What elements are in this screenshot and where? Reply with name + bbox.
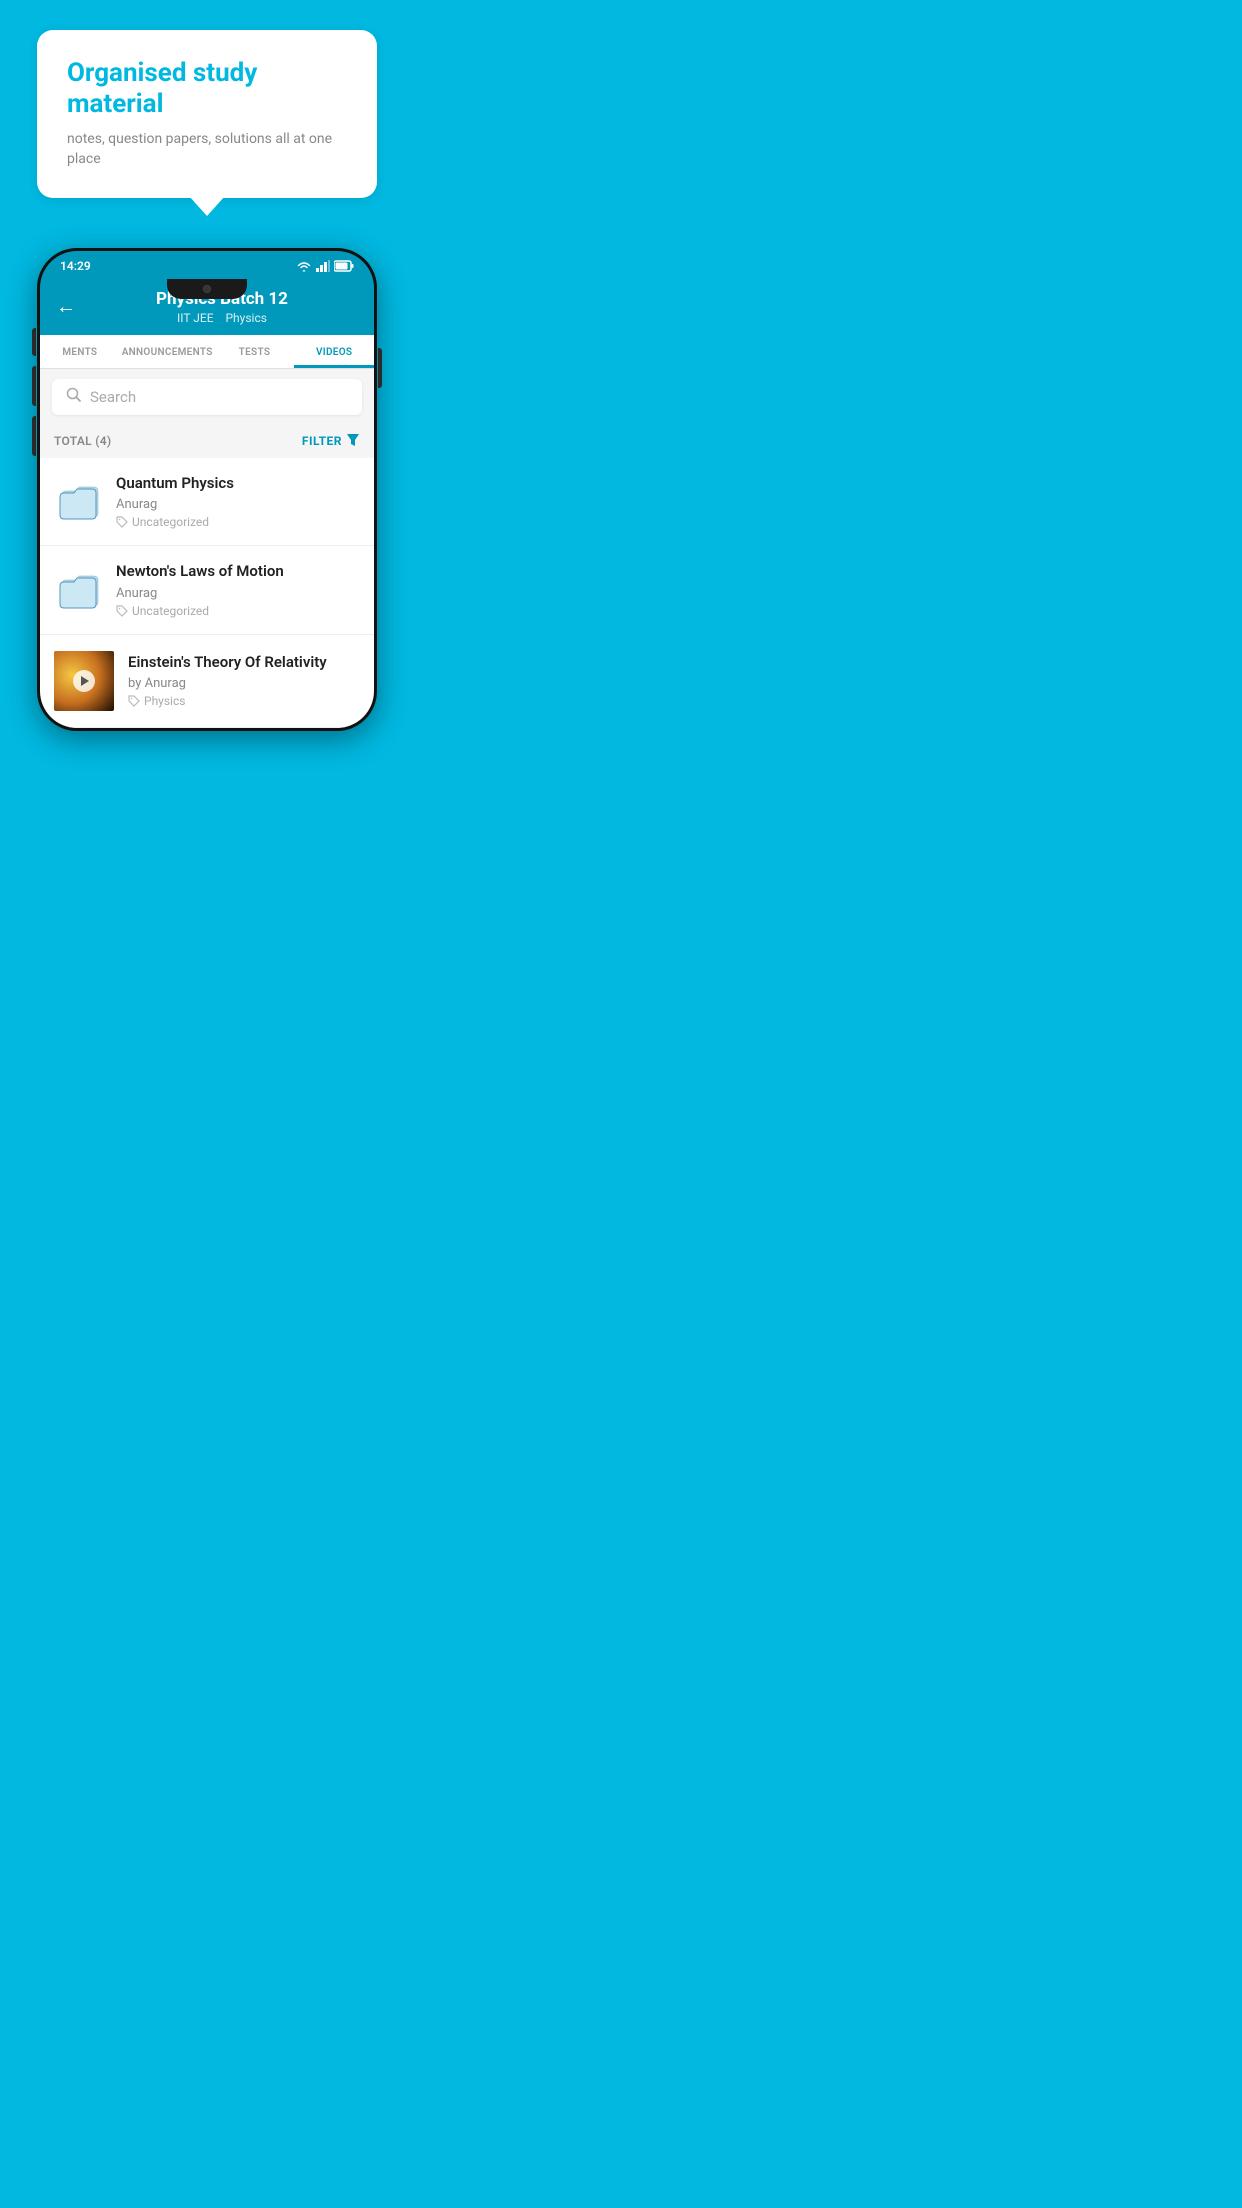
speech-bubble: Organised study material notes, question… [37, 30, 377, 198]
header-subtitle: IIT JEE Physics [86, 311, 358, 325]
tag-icon [128, 695, 140, 707]
tab-tests[interactable]: TESTS [215, 335, 295, 368]
play-button[interactable] [73, 670, 95, 692]
tab-announcements[interactable]: ANNOUNCEMENTS [120, 335, 215, 368]
tag-label: Uncategorized [132, 515, 209, 529]
search-icon [66, 387, 82, 407]
video-info: Quantum Physics Anurag Uncategorized [116, 474, 360, 530]
status-bar: 14:29 [40, 251, 374, 279]
video-tag: Physics [128, 694, 360, 708]
video-tag: Uncategorized [116, 604, 360, 618]
battery-icon [334, 260, 354, 272]
play-triangle-icon [81, 676, 89, 686]
phone-notch [167, 279, 247, 299]
tab-videos[interactable]: VIDEOS [294, 335, 374, 368]
signal-icon [316, 260, 330, 272]
video-list: Quantum Physics Anurag Uncategorized [40, 458, 374, 728]
status-icons [296, 260, 354, 272]
video-info: Einstein's Theory Of Relativity by Anura… [128, 653, 360, 709]
volume-silent-button [32, 328, 36, 356]
bubble-subtitle: notes, question papers, solutions all at… [67, 130, 347, 169]
list-item[interactable]: Newton's Laws of Motion Anurag Uncategor… [40, 546, 374, 635]
list-item[interactable]: Quantum Physics Anurag Uncategorized [40, 458, 374, 547]
tag-label: Uncategorized [132, 604, 209, 618]
folder-icon [54, 566, 102, 614]
video-title: Newton's Laws of Motion [116, 562, 360, 582]
video-author: Anurag [116, 586, 360, 601]
phone-body: 14:29 [37, 248, 377, 731]
video-author: Anurag [116, 497, 360, 512]
volume-up-button [32, 366, 36, 406]
tag-icon [116, 516, 128, 528]
search-container: Search [40, 369, 374, 425]
video-thumbnail [54, 651, 114, 711]
video-title: Quantum Physics [116, 474, 360, 494]
volume-down-button [32, 416, 36, 456]
tag-icon [116, 605, 128, 617]
status-time: 14:29 [60, 259, 91, 273]
total-count: TOTAL (4) [54, 434, 111, 448]
filter-button[interactable]: FILTER [302, 433, 360, 450]
phone-mockup: 14:29 [37, 248, 377, 731]
tab-ments[interactable]: MENTS [40, 335, 120, 368]
tabs-bar: MENTS ANNOUNCEMENTS TESTS VIDEOS [40, 335, 374, 369]
video-info: Newton's Laws of Motion Anurag Uncategor… [116, 562, 360, 618]
tag-label: Physics [144, 694, 185, 708]
filter-row: TOTAL (4) FILTER [40, 425, 374, 458]
header-subtitle-physics: Physics [225, 311, 266, 325]
search-bar[interactable]: Search [52, 379, 362, 415]
list-item[interactable]: Einstein's Theory Of Relativity by Anura… [40, 635, 374, 728]
search-placeholder-text: Search [90, 388, 136, 406]
bubble-title: Organised study material [67, 58, 347, 120]
filter-label: FILTER [302, 434, 342, 448]
wifi-icon [296, 260, 312, 272]
header-subtitle-iitjee: IIT JEE [177, 311, 214, 325]
power-button [378, 348, 382, 388]
folder-icon [54, 477, 102, 525]
front-camera [203, 285, 211, 293]
video-author: by Anurag [128, 676, 360, 691]
back-button[interactable]: ← [56, 294, 76, 319]
filter-funnel-icon [346, 433, 360, 450]
video-tag: Uncategorized [116, 515, 360, 529]
video-title: Einstein's Theory Of Relativity [128, 653, 360, 673]
